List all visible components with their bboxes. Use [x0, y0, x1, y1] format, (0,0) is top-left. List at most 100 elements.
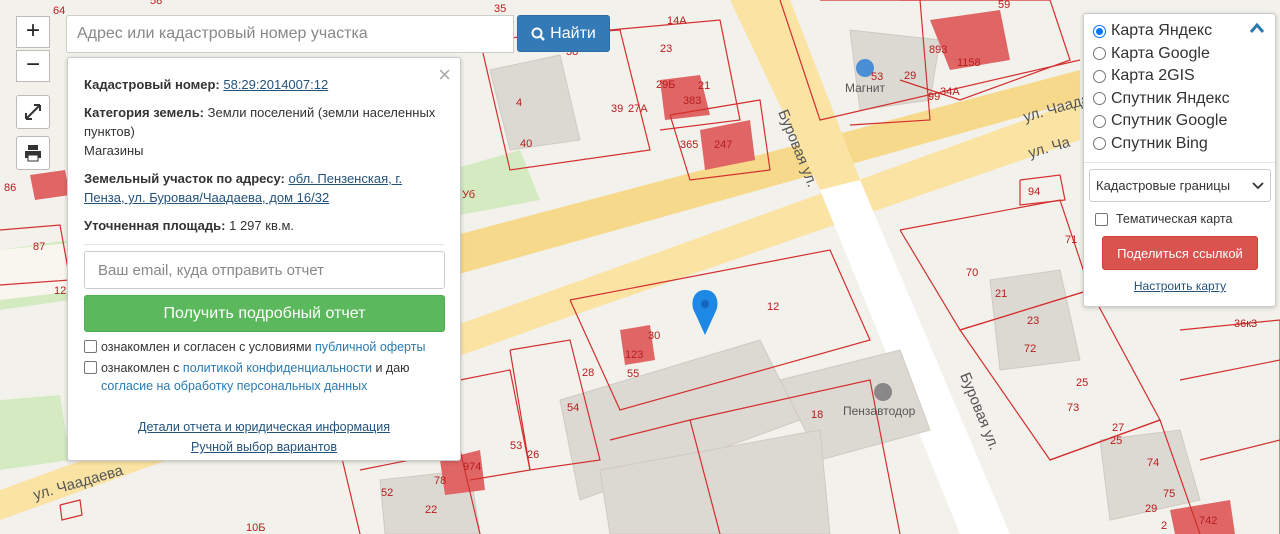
layer-radio[interactable] [1093, 24, 1106, 38]
layer-radio[interactable] [1093, 92, 1106, 106]
parcel-number-label: 29Б [656, 79, 675, 91]
chevron-down-icon [1252, 181, 1264, 189]
privacy-policy-link[interactable]: политикой конфиденциальности [183, 361, 372, 375]
parcel-number-label: 1158 [957, 57, 981, 69]
layer-radio[interactable] [1093, 137, 1106, 151]
area-value: 1 297 кв.м. [229, 218, 295, 233]
area-label: Уточненная площадь: [84, 218, 226, 233]
thematic-label: Тематическая карта [1116, 212, 1233, 226]
close-icon[interactable]: × [438, 64, 451, 86]
offer-consent-text: ознакомлен и согласен с условиями публич… [101, 338, 425, 356]
email-field[interactable] [84, 251, 445, 289]
parcel-number-label: 21 [995, 288, 1007, 300]
parcel-number-label: 87 [33, 241, 45, 253]
park-area [0, 395, 70, 470]
get-report-button[interactable]: Получить подробный отчет [84, 295, 445, 332]
parcel-number-label: 2 [1161, 520, 1167, 532]
location-pin-dot [701, 300, 709, 308]
parcel-number-label: 893 [929, 44, 947, 56]
layer-options: Карта Яндекс Карта Google Карта 2GIS Спутни… [1093, 20, 1267, 155]
parcel-number-label: 10Б [246, 522, 265, 534]
parcel-number-label: 25 [1110, 435, 1122, 447]
search-button-label: Найти [550, 24, 596, 42]
footer-links: Детали отчета и юридическая информация Р… [84, 417, 444, 457]
personal-data-consent-link[interactable]: согласие на обработку персональных данны… [101, 379, 367, 393]
search-button[interactable]: Найти [517, 15, 610, 52]
consent-text: ознакомлен и согласен с условиями [101, 340, 312, 354]
parcel-number-label: 974 [463, 461, 481, 473]
parcel-number-label: 70 [966, 267, 978, 279]
search-icon [531, 27, 546, 41]
configure-map-link[interactable]: Настроить карту [1093, 279, 1267, 293]
layer-option[interactable]: Карта Google [1093, 43, 1267, 66]
layer-option[interactable]: Спутник Яндекс [1093, 88, 1267, 111]
parcel-number-label: 742 [1199, 515, 1217, 527]
consent-text: ознакомлен с [101, 361, 180, 375]
parcel-number-label: Уб [462, 189, 475, 201]
parcel-number-label: 30 [648, 330, 660, 342]
parcel-number-label: 29 [904, 70, 916, 82]
cadastral-number-label: Кадастровый номер: [84, 77, 220, 92]
search-input[interactable] [66, 15, 514, 53]
parcel-number-label: 383 [683, 95, 701, 107]
offer-checkbox[interactable] [84, 340, 97, 353]
parcel-number-label: 53 [871, 71, 883, 83]
parcel-number-label: 73 [1067, 402, 1079, 414]
thematic-checkbox[interactable] [1095, 212, 1108, 226]
layer-option[interactable]: Спутник Google [1093, 110, 1267, 133]
privacy-checkbox[interactable] [84, 361, 97, 374]
parcel-number-label: 23 [1027, 315, 1039, 327]
parcel-number-label: 365 [680, 139, 698, 151]
thematic-map-option[interactable]: Тематическая карта [1095, 212, 1267, 226]
land-category-label: Категория земель: [84, 105, 205, 120]
fullscreen-button[interactable] [16, 95, 50, 129]
parcel-info-panel: × Кадастровый номер: 58:29:2014007:12 Ка… [67, 57, 461, 461]
privacy-consent: ознакомлен с политикой конфиденциальност… [84, 359, 444, 395]
flag-icon[interactable] [874, 383, 892, 401]
share-link-button[interactable]: Поделиться ссылкой [1102, 236, 1258, 270]
manual-selection-link[interactable]: Ручной выбор вариантов [191, 440, 337, 454]
divider [84, 244, 444, 245]
parcel-number-label: 27А [628, 103, 648, 115]
boundaries-select-value: Кадастровые границы [1096, 178, 1231, 193]
parcel-number-label: 21 [698, 80, 710, 92]
parcel-number-label: 25 [1076, 377, 1088, 389]
offer-consent: ознакомлен и согласен с условиями публич… [84, 338, 444, 356]
report-details-link[interactable]: Детали отчета и юридическая информация [138, 420, 390, 434]
parcel-number-label: 12 [767, 301, 779, 313]
parcel-number-label: 123 [625, 349, 643, 361]
layer-option-label: Карта Яндекс [1111, 22, 1213, 40]
cadastral-number-link[interactable]: 58:29:2014007:12 [223, 77, 328, 92]
parcel-number-label: 40 [520, 138, 532, 150]
layer-option[interactable]: Спутник Bing [1093, 133, 1267, 156]
parcel-number-label: 71 [1065, 234, 1077, 246]
print-button[interactable] [16, 136, 50, 170]
layer-option[interactable]: Карта 2GIS [1093, 65, 1267, 88]
address-row: Земельный участок по адресу: обл. Пензен… [84, 169, 444, 207]
chevron-up-icon[interactable] [1249, 22, 1265, 34]
layer-option[interactable]: Карта Яндекс [1093, 20, 1267, 43]
parcel-number-label: 74 [1147, 457, 1159, 469]
parcel-number-label: 34А [940, 86, 960, 98]
parcel-number-label: 55 [627, 368, 639, 380]
layer-radio[interactable] [1093, 114, 1106, 128]
zoom-in-button[interactable]: + [16, 16, 50, 48]
layer-radio[interactable] [1093, 47, 1106, 61]
parcel-number-label: 29 [1145, 503, 1157, 515]
layer-radio[interactable] [1093, 69, 1106, 83]
land-category-row: Категория земель: Земли поселений (земли… [84, 103, 444, 141]
zoom-out-button[interactable]: − [16, 50, 50, 82]
layer-option-label: Спутник Яндекс [1111, 89, 1230, 107]
parcel-number-label: 14А [667, 15, 687, 27]
parcel-number-label: 99 [928, 91, 940, 103]
layer-option-label: Спутник Bing [1111, 134, 1208, 152]
public-offer-link[interactable]: публичной оферты [315, 340, 425, 354]
boundaries-select[interactable]: Кадастровые границы [1089, 169, 1271, 202]
parcel-number-label: 94 [1028, 186, 1040, 198]
poi-label: Магнит [845, 81, 886, 95]
parcel-number-label: 64 [53, 5, 65, 17]
parcel-number-label: 78 [434, 475, 446, 487]
printer-icon [25, 145, 41, 162]
expand-icon [25, 104, 41, 120]
parcel-number-label: 4 [516, 97, 522, 109]
